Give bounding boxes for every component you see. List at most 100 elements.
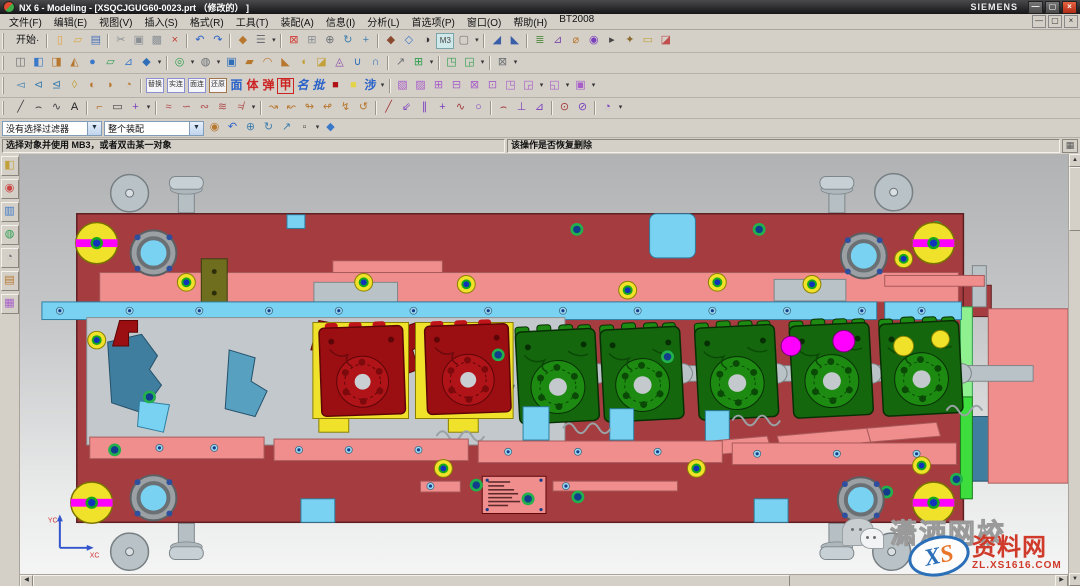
red-cube-icon[interactable]: ■ (327, 78, 344, 94)
menu-item[interactable]: 视图(V) (94, 14, 137, 29)
trim-body-icon[interactable]: ◪ (313, 55, 330, 71)
angled-line-icon[interactable]: ⇙ (398, 100, 415, 116)
dropdown-arrow[interactable]: ▾ (617, 100, 624, 116)
ruler-icon[interactable]: ▭ (639, 33, 656, 49)
magenta-insert[interactable] (781, 336, 801, 356)
text-icon[interactable]: A (66, 100, 83, 116)
batch-button[interactable]: 批 (311, 78, 326, 94)
mirror-assembly-icon[interactable]: ◲ (520, 78, 537, 94)
constraint-nav-icon[interactable]: ⊿ (549, 33, 566, 49)
magenta-insert[interactable] (833, 330, 855, 352)
constraint-navigator-icon[interactable]: ◉ (1, 179, 19, 199)
snap-point-icon[interactable]: ◉ (585, 33, 602, 49)
chevron-down-icon[interactable]: ▼ (189, 122, 203, 135)
render-style-button[interactable]: M3 (436, 33, 454, 49)
dropdown-arrow[interactable]: ▾ (379, 78, 386, 94)
sm-unbend-icon[interactable]: ◐ (84, 78, 101, 94)
unite-icon[interactable]: ∪ (349, 55, 366, 71)
die-station-red-2[interactable] (424, 319, 511, 415)
redo-icon[interactable]: ↷ (209, 33, 226, 49)
move-component-icon[interactable]: ▨ (412, 78, 429, 94)
toolbar-grip[interactable] (2, 101, 9, 115)
new-file-icon[interactable]: ▯ (51, 33, 68, 49)
wave-link-icon[interactable]: ◳ (443, 55, 460, 71)
project-curve-icon[interactable]: ↫ (319, 100, 336, 116)
sm-contour-flange-icon[interactable]: ⊲ (30, 78, 47, 94)
half-shade-icon[interactable]: ◑ (418, 33, 435, 49)
restore-button[interactable]: ▢ (1045, 1, 1060, 14)
scroll-left-arrow[interactable]: ◀ (20, 575, 33, 586)
vector-icon[interactable]: ↗ (278, 120, 295, 136)
name-plate[interactable] (482, 476, 546, 513)
wave-geometry-icon[interactable]: ◳ (502, 78, 519, 94)
pocket-icon[interactable]: ▣ (223, 55, 240, 71)
doc-minimize-button[interactable]: — (1032, 15, 1046, 28)
blend-curve-icon[interactable]: ↜ (283, 100, 300, 116)
menu-item[interactable]: 工具(T) (231, 14, 274, 29)
wrap-curve-icon[interactable]: ↺ (355, 100, 372, 116)
refine-curve-icon[interactable]: ≉ (232, 100, 249, 116)
arc-icon[interactable]: ⌢ (30, 100, 47, 116)
dropdown-arrow[interactable]: ▾ (479, 55, 486, 71)
edge-blend-icon[interactable]: ◠ (259, 55, 276, 71)
dropdown-arrow[interactable]: ▾ (590, 78, 597, 94)
shaded-pick-icon[interactable]: ◆ (322, 120, 339, 136)
history-icon[interactable]: ◔ (1, 248, 19, 268)
doc-restore-button[interactable]: ▢ (1048, 15, 1062, 28)
horizontal-scroll-thumb[interactable] (33, 575, 790, 586)
die-station-green-2[interactable] (599, 320, 684, 422)
move-face-icon[interactable]: ◢ (488, 33, 505, 49)
chevron-down-icon[interactable]: ▼ (87, 122, 101, 135)
select-icon[interactable]: ▸ (603, 33, 620, 49)
studio-point-icon[interactable]: + (127, 100, 144, 116)
scroll-up-arrow[interactable]: ▲ (1069, 154, 1080, 167)
name-button[interactable]: 名 (295, 78, 310, 94)
pan-icon[interactable]: + (357, 33, 374, 49)
toolbar-grip[interactable] (2, 77, 9, 94)
menu-item[interactable]: 帮助(H) (508, 14, 552, 29)
explode-icon[interactable]: ▣ (572, 78, 589, 94)
intersect-curve-icon[interactable]: ↯ (337, 100, 354, 116)
she-button[interactable]: 涉 (363, 78, 378, 94)
dropdown-arrow[interactable]: ▾ (156, 55, 163, 71)
yellow-cube-icon[interactable]: ■ (345, 78, 362, 94)
sm-rebend-icon[interactable]: ◗ (102, 78, 119, 94)
bridge-curve-icon[interactable]: ↝ (265, 100, 282, 116)
promote-body-icon[interactable]: ◲ (461, 55, 478, 71)
pull-face-icon[interactable]: ◣ (506, 33, 523, 49)
yellow-insert[interactable] (894, 336, 914, 356)
green-strip[interactable] (960, 397, 972, 499)
wcs-dynamics-icon[interactable]: ⊕ (242, 120, 259, 136)
spline-icon[interactable]: ∿ (48, 100, 65, 116)
status-grid-icon[interactable]: ▦ (1062, 139, 1078, 153)
dropdown-arrow[interactable]: ▾ (215, 55, 222, 71)
pattern-component-icon[interactable]: ⊟ (448, 78, 465, 94)
replace-component-icon[interactable]: ⊠ (466, 78, 483, 94)
salmon-extension-plate[interactable] (988, 309, 1068, 483)
measure-icon[interactable]: ⌀ (567, 33, 584, 49)
olive-block[interactable] (201, 259, 227, 306)
point-icon[interactable]: + (434, 100, 451, 116)
graphics-window[interactable]: XC YC 潇洒网校 XS 资料网 ZL.XS1616.COM (20, 154, 1068, 586)
right-extension-plates[interactable] (960, 266, 1068, 499)
sm-bend-icon[interactable]: ◊ (66, 78, 83, 94)
die-station-red-1[interactable] (319, 321, 406, 417)
replace-button[interactable]: 替换 (146, 78, 164, 93)
yellow-insert[interactable] (932, 330, 950, 348)
conic-icon[interactable]: ○ (470, 100, 487, 116)
subtract-icon[interactable]: ∩ (367, 55, 384, 71)
parallel-line-icon[interactable]: ∥ (416, 100, 433, 116)
suppress-component-icon[interactable]: ⊡ (484, 78, 501, 94)
rotate-wcs-icon[interactable]: ↻ (260, 120, 277, 136)
extrude-icon[interactable]: ◆ (138, 55, 155, 71)
synchronous-icon[interactable]: ⊠ (494, 55, 511, 71)
profile-icon[interactable]: ⌐ (91, 100, 108, 116)
cylinder-icon[interactable]: ◨ (48, 55, 65, 71)
menu-item[interactable]: 信息(I) (321, 14, 360, 29)
circle-icon[interactable]: ⊙ (556, 100, 573, 116)
palette-icon[interactable]: ▦ (1, 294, 19, 314)
repeat-command-icon[interactable]: ◆ (234, 33, 251, 49)
dropdown-arrow[interactable]: ▾ (428, 55, 435, 71)
menu-item[interactable]: BT2008 (554, 14, 599, 29)
cut-icon[interactable]: ✂ (112, 33, 129, 49)
